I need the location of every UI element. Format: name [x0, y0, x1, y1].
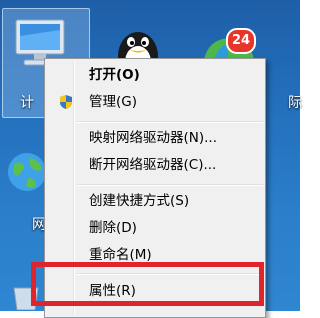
menu-item-open-label: 打开(O)	[89, 67, 140, 83]
right-icon-label: 际	[288, 95, 302, 111]
menu-item-open[interactable]: 打开(O)	[47, 64, 263, 86]
computer-icon-label: 计	[20, 95, 34, 111]
highlight-box	[31, 262, 264, 306]
menu-separator	[77, 121, 263, 123]
network-globe-icon[interactable]	[6, 150, 48, 194]
menu-separator	[77, 184, 263, 186]
menu-item-delete[interactable]: 删除(D)	[47, 217, 263, 239]
menu-item-map-drive-label: 映射网络驱动器(N)...	[89, 130, 218, 146]
menu-item-disconnect-drive[interactable]: 断开网络驱动器(C)...	[47, 154, 263, 176]
desktop: 计 24 际 网 打开(O) 管理(G) 映射网络驱动器(N)... 断开网络驱…	[0, 0, 302, 318]
uac-shield-icon	[60, 95, 72, 109]
menu-item-manage-label: 管理(G)	[89, 94, 137, 110]
menu-item-delete-label: 删除(D)	[89, 220, 137, 236]
notification-badge: 24	[226, 28, 256, 54]
menu-item-create-shortcut[interactable]: 创建快捷方式(S)	[47, 190, 263, 212]
menu-item-create-shortcut-label: 创建快捷方式(S)	[89, 193, 190, 209]
menu-item-disconnect-drive-label: 断开网络驱动器(C)...	[89, 157, 217, 173]
menu-item-manage[interactable]: 管理(G)	[47, 91, 263, 113]
menu-item-map-drive[interactable]: 映射网络驱动器(N)...	[47, 127, 263, 149]
